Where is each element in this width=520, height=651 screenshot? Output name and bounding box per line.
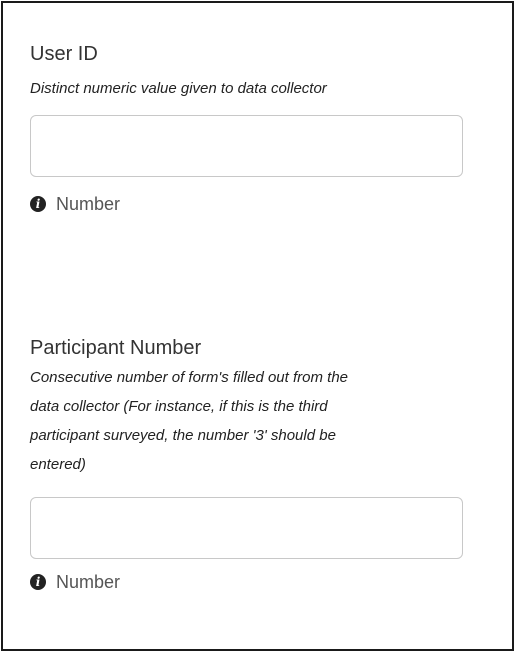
field-hint-line: data collector (For instance, if this is… <box>30 398 328 415</box>
field-help: i Number <box>30 571 470 593</box>
field-hint-line: participant surveyed, the number '3' sho… <box>30 427 336 444</box>
field-hint-line: entered) <box>30 456 86 473</box>
question-user-id: User ID Distinct numeric value given to … <box>30 42 470 215</box>
field-hint-line: Distinct numeric value given to data col… <box>30 80 327 97</box>
field-hint-line: Consecutive number of form's filled out … <box>30 369 349 386</box>
info-circle-icon: i <box>30 574 46 590</box>
question-participant-number: Participant Number Consecutive number of… <box>30 336 470 593</box>
field-hint: Consecutive number of form's filled out … <box>30 363 470 479</box>
field-hint: Distinct numeric value given to data col… <box>30 74 470 103</box>
field-label: Participant Number <box>30 337 202 359</box>
field-label: User ID <box>30 43 98 65</box>
user-id-input[interactable] <box>30 115 463 177</box>
field-help-text: Number <box>56 572 121 592</box>
field-help: i Number <box>30 193 470 215</box>
participant-number-input[interactable] <box>30 497 463 559</box>
field-help-text: Number <box>56 194 121 214</box>
info-circle-icon: i <box>30 196 46 212</box>
